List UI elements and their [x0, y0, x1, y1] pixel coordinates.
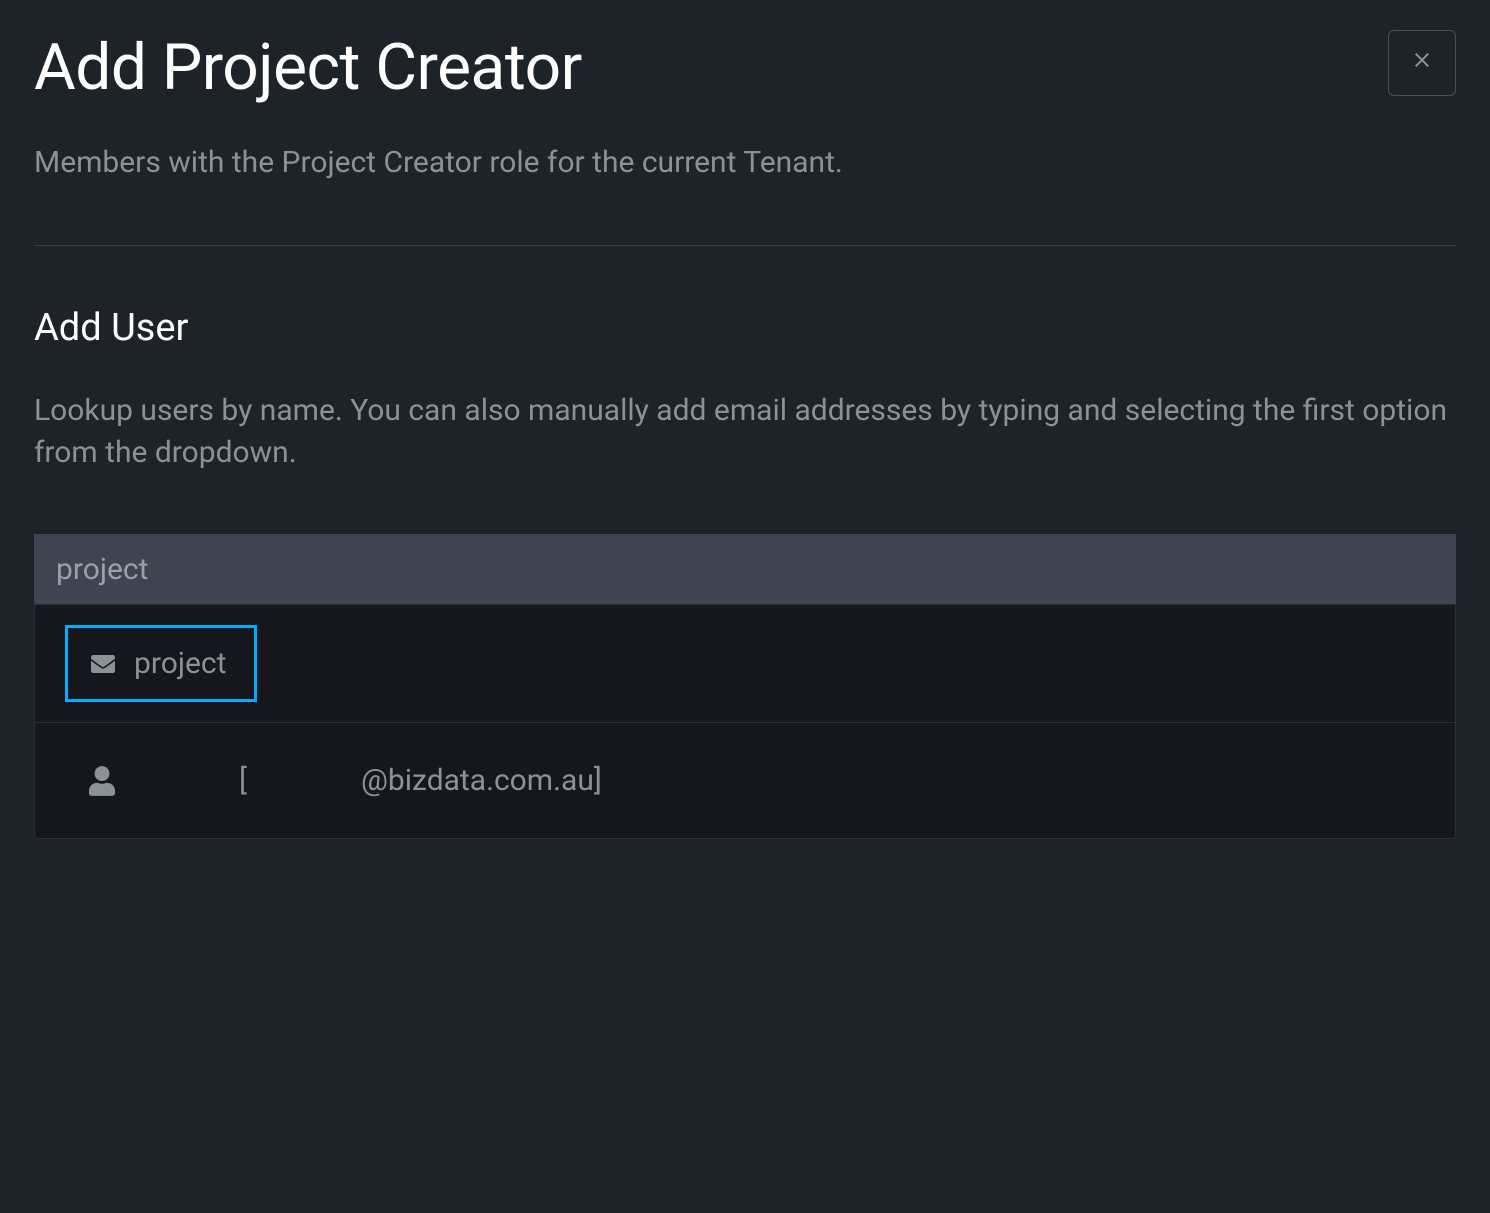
add-project-creator-modal: Add Project Creator Members with the Pro… [0, 0, 1490, 869]
envelope-icon [88, 652, 118, 676]
section-title: Add User [34, 306, 1456, 350]
user-icon [89, 766, 115, 796]
dropdown-highlight-box: project [65, 625, 257, 702]
divider [34, 245, 1456, 246]
redacted-name [127, 766, 227, 796]
dropdown-email-label: project [134, 646, 226, 681]
dropdown-option-user[interactable]: [ @bizdata.com.au] [35, 723, 1455, 838]
close-icon [1410, 46, 1434, 80]
close-button[interactable] [1388, 30, 1456, 96]
dropdown-user-content: [ @bizdata.com.au] [89, 763, 602, 798]
dropdown-option-email[interactable]: project [35, 605, 1455, 723]
user-search-input[interactable] [34, 534, 1456, 604]
section-description: Lookup users by name. You can also manua… [34, 390, 1456, 474]
user-dropdown: project [ @bizdata.com.au] [34, 604, 1456, 839]
modal-subtitle: Members with the Project Creator role fo… [34, 145, 1456, 180]
redacted-email-prefix [259, 766, 349, 796]
email-suffix: @bizdata.com.au] [361, 763, 602, 798]
bracket-open: [ [239, 763, 247, 798]
search-wrapper: project [ @bizdata.com.au] [34, 534, 1456, 839]
modal-title: Add Project Creator [34, 30, 1456, 105]
